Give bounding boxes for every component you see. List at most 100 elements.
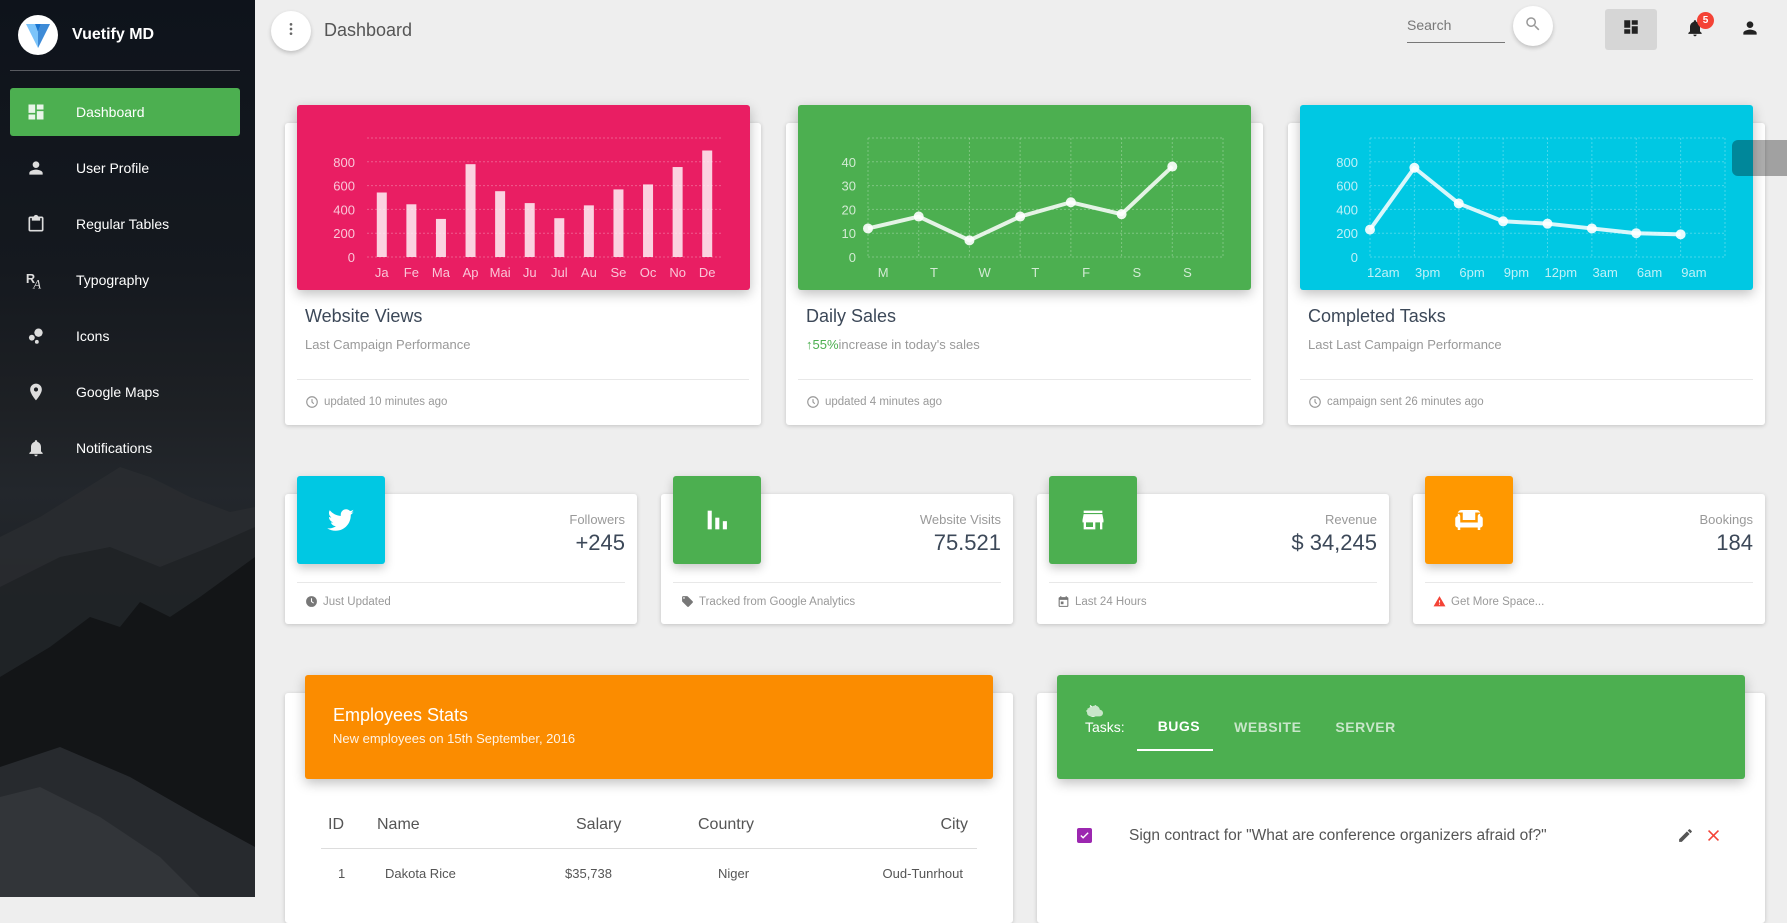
x-tick-label: M (878, 265, 889, 280)
sales-increase-text: increase in today's sales (838, 337, 980, 352)
warning-icon (1433, 595, 1446, 608)
card-divider (1049, 582, 1377, 583)
stat-value: $ 34,245 (1291, 530, 1377, 555)
notifications-button[interactable]: 5 (1675, 12, 1715, 46)
x-tick-label: De (699, 265, 716, 280)
sidebar-item-label: User Profile (76, 160, 150, 176)
bar-chart-icon (673, 476, 761, 564)
sidebar-item-notifications[interactable]: Notifications (10, 424, 240, 472)
dashboard-button[interactable] (1605, 9, 1657, 50)
stat-label: Followers (569, 512, 625, 527)
search-button[interactable] (1513, 6, 1553, 46)
task-checkbox[interactable] (1077, 828, 1092, 843)
card-subtitle: Last Campaign Performance (305, 337, 471, 352)
card-divider (1425, 582, 1753, 583)
card-footer: updated 4 minutes ago (806, 395, 942, 409)
tasks-tabs: Tasks: BUGS WEBSITE SERVER (1085, 703, 1409, 751)
y-tick-label: 800 (1336, 155, 1358, 170)
sidebar-background-image (0, 467, 255, 897)
data-point (1065, 197, 1076, 208)
notification-badge: 5 (1697, 12, 1714, 29)
x-tick-label: 12am (1367, 265, 1400, 280)
clock-icon (1308, 395, 1322, 409)
delete-task-button[interactable] (1705, 827, 1722, 849)
card-divider (1300, 379, 1753, 380)
dashboard-icon (24, 100, 48, 124)
edit-task-button[interactable] (1677, 827, 1694, 849)
x-tick-label: 3pm (1415, 265, 1440, 280)
card-divider (798, 379, 1251, 380)
stat-label: Bookings (1699, 512, 1753, 527)
stat-label: Revenue (1324, 512, 1377, 527)
tab-website[interactable]: WEBSITE (1085, 703, 1314, 751)
x-tick-label: 12pm (1545, 265, 1578, 280)
store-icon (1049, 476, 1137, 564)
x-tick-label: Au (581, 265, 597, 280)
card-footer: Tracked from Google Analytics (681, 595, 855, 608)
top-toolbar: Dashboard 5 (255, 0, 1787, 64)
check-icon (1080, 832, 1089, 839)
y-tick-label: 600 (1336, 179, 1358, 194)
settings-drawer-handle[interactable] (1732, 140, 1787, 176)
y-tick-label: 200 (1336, 226, 1358, 241)
svg-text:A: A (32, 277, 41, 291)
sidebar-item-regular-tables[interactable]: Regular Tables (10, 200, 240, 248)
tasks-label: Tasks: (1085, 719, 1125, 735)
card-title: Daily Sales (806, 306, 897, 326)
bar (465, 164, 476, 257)
data-point (1409, 162, 1420, 173)
table-header-city: City (940, 816, 968, 833)
data-point (1675, 229, 1686, 240)
sidebar-item-label: Dashboard (76, 104, 145, 120)
data-point (1631, 228, 1642, 239)
tab-bugs[interactable]: BUGS (1087, 703, 1214, 751)
tag-icon (681, 595, 694, 608)
x-tick-label: W (979, 265, 992, 280)
sidebar-item-google-maps[interactable]: Google Maps (10, 368, 240, 416)
data-point (1015, 211, 1026, 222)
employees-stats-header: Employees Stats New employees on 15th Se… (305, 675, 993, 779)
table-cell-country: Niger (718, 866, 750, 881)
bar (583, 205, 594, 257)
brand[interactable]: Vuetify MD (18, 15, 154, 55)
more-menu-button[interactable] (271, 11, 311, 51)
x-tick-label: 9am (1681, 265, 1706, 280)
stat-value: 75.521 (933, 530, 1001, 555)
y-tick-label: 800 (333, 155, 355, 170)
card-footer-text: updated 10 minutes ago (324, 396, 448, 408)
card-footer: Get More Space... (1433, 595, 1544, 608)
series-line (1368, 165, 1681, 237)
clock-icon (806, 395, 820, 409)
x-tick-label: 9pm (1504, 265, 1529, 280)
vuetify-logo-icon (18, 15, 58, 55)
x-tick-label: T (1031, 265, 1039, 280)
sidebar-item-label: Regular Tables (76, 216, 170, 232)
x-tick-label: 6pm (1459, 265, 1484, 280)
tab-server[interactable]: SERVER (1087, 703, 1408, 751)
user-account-button[interactable] (1730, 14, 1770, 46)
y-tick-label: 0 (849, 250, 856, 265)
clock-icon (305, 395, 319, 409)
bar (495, 191, 506, 257)
table-cell-salary: $35,738 (565, 866, 612, 881)
clock-icon (305, 595, 318, 608)
brand-name: Vuetify MD (72, 26, 155, 43)
sidebar-item-user-profile[interactable]: User Profile (10, 144, 240, 192)
x-tick-label: S (1132, 265, 1141, 280)
card-divider (673, 582, 1001, 583)
pencil-icon (1679, 829, 1692, 842)
sidebar-item-typography[interactable]: RA Typography (10, 256, 240, 304)
data-point (1542, 218, 1553, 229)
card-divider (297, 379, 749, 380)
completed-tasks-chart: 0 200 400 600 800 12am 3pm 6pm 9pm 12pm 3am 6am 9am (1300, 105, 1753, 290)
sidebar-item-dashboard[interactable]: Dashboard (10, 88, 240, 136)
x-tick-label: Mai (490, 265, 511, 280)
employees-subtitle: New employees on 15th September, 2016 (333, 731, 576, 746)
x-tick-label: Se (611, 265, 627, 280)
search-input[interactable] (1407, 14, 1505, 33)
data-point (1365, 224, 1375, 235)
search-icon (1524, 15, 1542, 38)
sidebar-item-icons[interactable]: Icons (10, 312, 240, 360)
x-tick-label: S (1183, 265, 1192, 280)
bell-icon (24, 436, 48, 460)
